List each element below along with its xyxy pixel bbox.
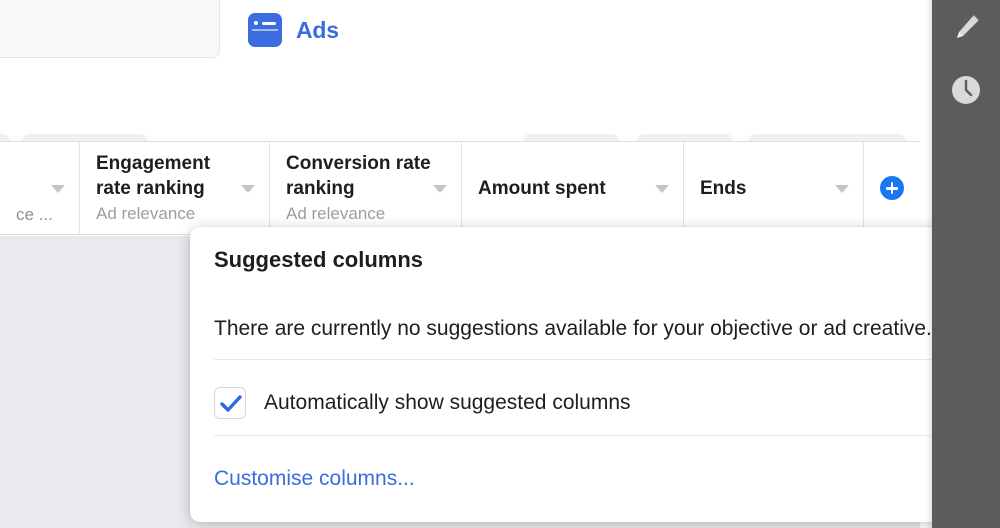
popover-divider-top: [214, 359, 960, 360]
chevron-down-icon[interactable]: [241, 185, 255, 193]
clock-icon[interactable]: [944, 68, 988, 117]
popover-body-text: There are currently no suggestions avail…: [214, 317, 932, 340]
auto-show-suggested-columns-checkbox[interactable]: [214, 387, 246, 419]
customise-columns-link[interactable]: Customise columns...: [214, 467, 415, 491]
suggested-columns-popover: Suggested columns There are currently no…: [190, 227, 976, 522]
popover-divider-bottom: [214, 435, 960, 436]
ads-window-icon: [248, 13, 282, 47]
facebook-ads-manager-screen: Ads Rules View Setup Reports: [0, 0, 1000, 528]
add-column-cell[interactable]: [864, 142, 920, 234]
column-title: Amount spent: [478, 177, 606, 199]
pencil-icon[interactable]: [944, 6, 988, 55]
column-header-ends[interactable]: Ends: [684, 142, 864, 234]
column-header-engagement-rate-ranking[interactable]: Engagement rate ranking Ad relevance: [80, 142, 270, 234]
column-header-partial[interactable]: ce ...: [0, 142, 80, 234]
column-header-conversion-rate-ranking[interactable]: Conversion rate ranking Ad relevance: [270, 142, 462, 234]
table-header-row: ce ... Engagement rate ranking Ad releva…: [0, 141, 920, 235]
chevron-down-icon[interactable]: [835, 185, 849, 193]
column-subtitle: Ad relevance: [286, 204, 386, 223]
column-partial-label: ce ...: [16, 205, 53, 224]
chevron-down-icon[interactable]: [433, 185, 447, 193]
right-rail: [932, 0, 1000, 528]
chevron-down-icon[interactable]: [655, 185, 669, 193]
chevron-down-icon[interactable]: [51, 185, 65, 193]
plus-circle-icon[interactable]: [880, 176, 904, 200]
column-header-amount-spent[interactable]: Amount spent: [462, 142, 684, 234]
adjacent-tab-panel[interactable]: [0, 0, 220, 58]
auto-show-suggested-columns-label: Automatically show suggested columns: [264, 391, 631, 414]
top-bar: Ads: [0, 0, 1000, 60]
tab-ads-label: Ads: [296, 16, 339, 43]
column-title: Engagement rate ranking: [96, 153, 211, 199]
table-toolbar: Rules View Setup Reports: [0, 60, 920, 186]
check-icon: [220, 395, 242, 412]
popover-title: Suggested columns: [214, 247, 424, 272]
column-subtitle: Ad relevance: [96, 204, 196, 223]
tab-ads[interactable]: Ads: [230, 0, 430, 60]
column-title: Conversion rate ranking: [286, 153, 431, 199]
column-title: Ends: [700, 177, 747, 199]
auto-show-suggested-columns-row[interactable]: Automatically show suggested columns: [214, 387, 631, 419]
